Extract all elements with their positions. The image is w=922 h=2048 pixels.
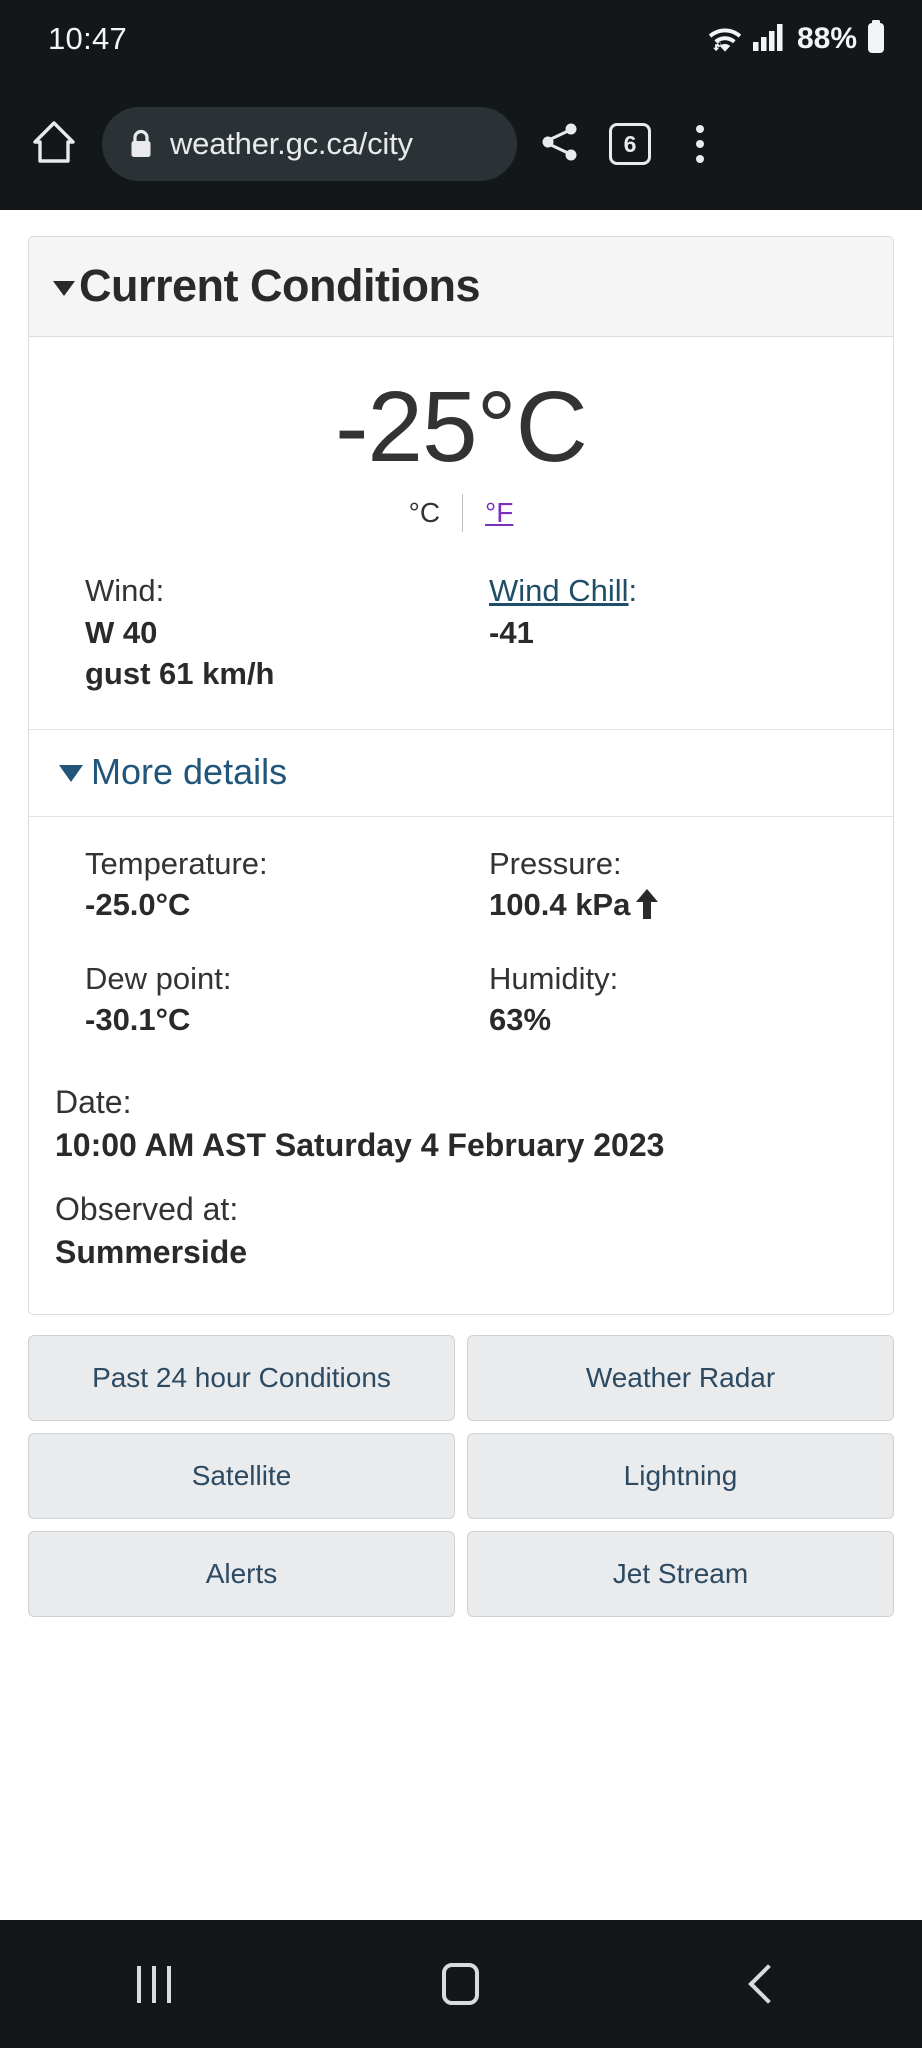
recent-apps-button[interactable]	[79, 1939, 229, 2029]
temperature-display-block: -25°C °C °F	[29, 337, 893, 542]
link-button-weather-radar[interactable]: Weather Radar	[467, 1335, 894, 1422]
status-indicators: 88%	[707, 19, 886, 59]
date-value: 10:00 AM AST Saturday 4 February 2023	[55, 1126, 665, 1163]
wind-chill-link[interactable]: Wind Chill	[489, 573, 629, 608]
triangle-down-icon	[59, 765, 83, 783]
wind-chill-value: -41	[489, 614, 534, 650]
recent-apps-icon	[136, 1965, 171, 2003]
cellular-signal-icon	[752, 22, 788, 57]
wifi-icon	[707, 22, 743, 57]
temperature-label: Temperature:	[85, 845, 268, 881]
page-title: Current Conditions	[53, 263, 869, 308]
lock-icon	[128, 128, 154, 160]
wind-column: Wind: W 40 gust 61 km/h	[85, 570, 489, 695]
back-chevron-icon	[748, 1964, 789, 2004]
wind-value: W 40	[85, 614, 158, 650]
wind-chill-label: Wind Chill:	[489, 570, 893, 612]
url-bar[interactable]: weather.gc.ca/city	[102, 107, 517, 181]
share-icon	[538, 120, 582, 169]
back-button[interactable]	[693, 1939, 843, 2029]
observed-at-value: Summerside	[55, 1234, 248, 1271]
date-label: Date:	[55, 1083, 132, 1120]
temperature-value: -25.0°C	[85, 887, 191, 923]
current-conditions-header[interactable]: Current Conditions	[29, 237, 893, 337]
dew-point-value: -30.1°C	[85, 1002, 191, 1038]
current-conditions-title-text: Current Conditions	[79, 260, 480, 311]
android-navigation-bar	[0, 1920, 922, 2048]
quick-links-grid: Past 24 hour Conditions Weather Radar Sa…	[28, 1335, 894, 1618]
url-text: weather.gc.ca/city	[170, 126, 413, 161]
battery-icon	[866, 19, 886, 59]
more-details-toggle-row[interactable]: More details	[29, 728, 893, 817]
detail-cell-pressure: Pressure: 100.4 kPa	[489, 843, 893, 926]
wind-label: Wind:	[85, 573, 165, 608]
battery-percentage: 88%	[796, 22, 857, 55]
humidity-value: 63%	[489, 1002, 552, 1038]
link-button-satellite[interactable]: Satellite	[28, 1433, 455, 1520]
pressure-value-wrap: 100.4 kPa	[489, 884, 893, 926]
triangle-down-icon	[53, 281, 75, 296]
wind-section: Wind: W 40 gust 61 km/h Wind Chill: -41	[29, 542, 893, 729]
pressure-value: 100.4 kPa	[489, 887, 631, 923]
tab-count-badge: 6	[609, 123, 651, 165]
android-status-bar: 10:47 88%	[0, 0, 922, 78]
unit-toggle: °C °F	[29, 494, 893, 532]
wind-gust-value: gust 61 km/h	[85, 656, 275, 692]
unit-celsius-label: °C	[408, 497, 441, 528]
share-button[interactable]	[525, 109, 595, 179]
home-icon	[30, 118, 78, 171]
arrow-up-icon	[636, 889, 659, 920]
humidity-label: Humidity:	[489, 960, 619, 996]
detail-cell-temperature: Temperature: -25.0°C	[85, 843, 489, 926]
link-button-lightning[interactable]: Lightning	[467, 1433, 894, 1520]
link-button-alerts[interactable]: Alerts	[28, 1531, 455, 1618]
details-grid: Temperature: -25.0°C Pressure: 100.4 kPa…	[29, 817, 893, 1041]
pressure-label: Pressure:	[489, 845, 622, 881]
home-button[interactable]	[18, 108, 90, 180]
current-temperature: -25°C	[335, 371, 588, 483]
wind-chill-column: Wind Chill: -41	[489, 570, 893, 695]
current-conditions-panel: Current Conditions -25°C °C °F Wind: W 4…	[28, 236, 894, 1316]
browser-menu-button[interactable]	[665, 109, 735, 179]
tab-switcher-button[interactable]: 6	[595, 109, 665, 179]
browser-toolbar: weather.gc.ca/city 6	[0, 78, 922, 210]
home-square-icon	[442, 1963, 480, 2005]
home-button[interactable]	[386, 1939, 536, 2029]
more-details-label: More details	[91, 750, 288, 792]
observed-at-label: Observed at:	[55, 1191, 239, 1228]
observation-block: Date: 10:00 AM AST Saturday 4 February 2…	[29, 1041, 893, 1314]
link-button-jet-stream[interactable]: Jet Stream	[467, 1531, 894, 1618]
unit-fahrenheit-link[interactable]: °F	[463, 497, 513, 529]
status-clock: 10:47	[48, 21, 128, 56]
detail-cell-dew-point: Dew point: -30.1°C	[85, 958, 489, 1041]
more-details-toggle[interactable]: More details	[59, 750, 893, 792]
wind-chill-colon: :	[628, 573, 638, 608]
dew-point-label: Dew point:	[85, 960, 232, 996]
phone-screen: 10:47 88% weather.gc.ca/city 6 Current C…	[0, 0, 922, 2048]
detail-cell-humidity: Humidity: 63%	[489, 958, 893, 1041]
overflow-menu-icon	[696, 125, 704, 163]
link-button-past-24-hour-conditions[interactable]: Past 24 hour Conditions	[28, 1335, 455, 1422]
page-content: Current Conditions -25°C °C °F Wind: W 4…	[0, 210, 922, 1920]
